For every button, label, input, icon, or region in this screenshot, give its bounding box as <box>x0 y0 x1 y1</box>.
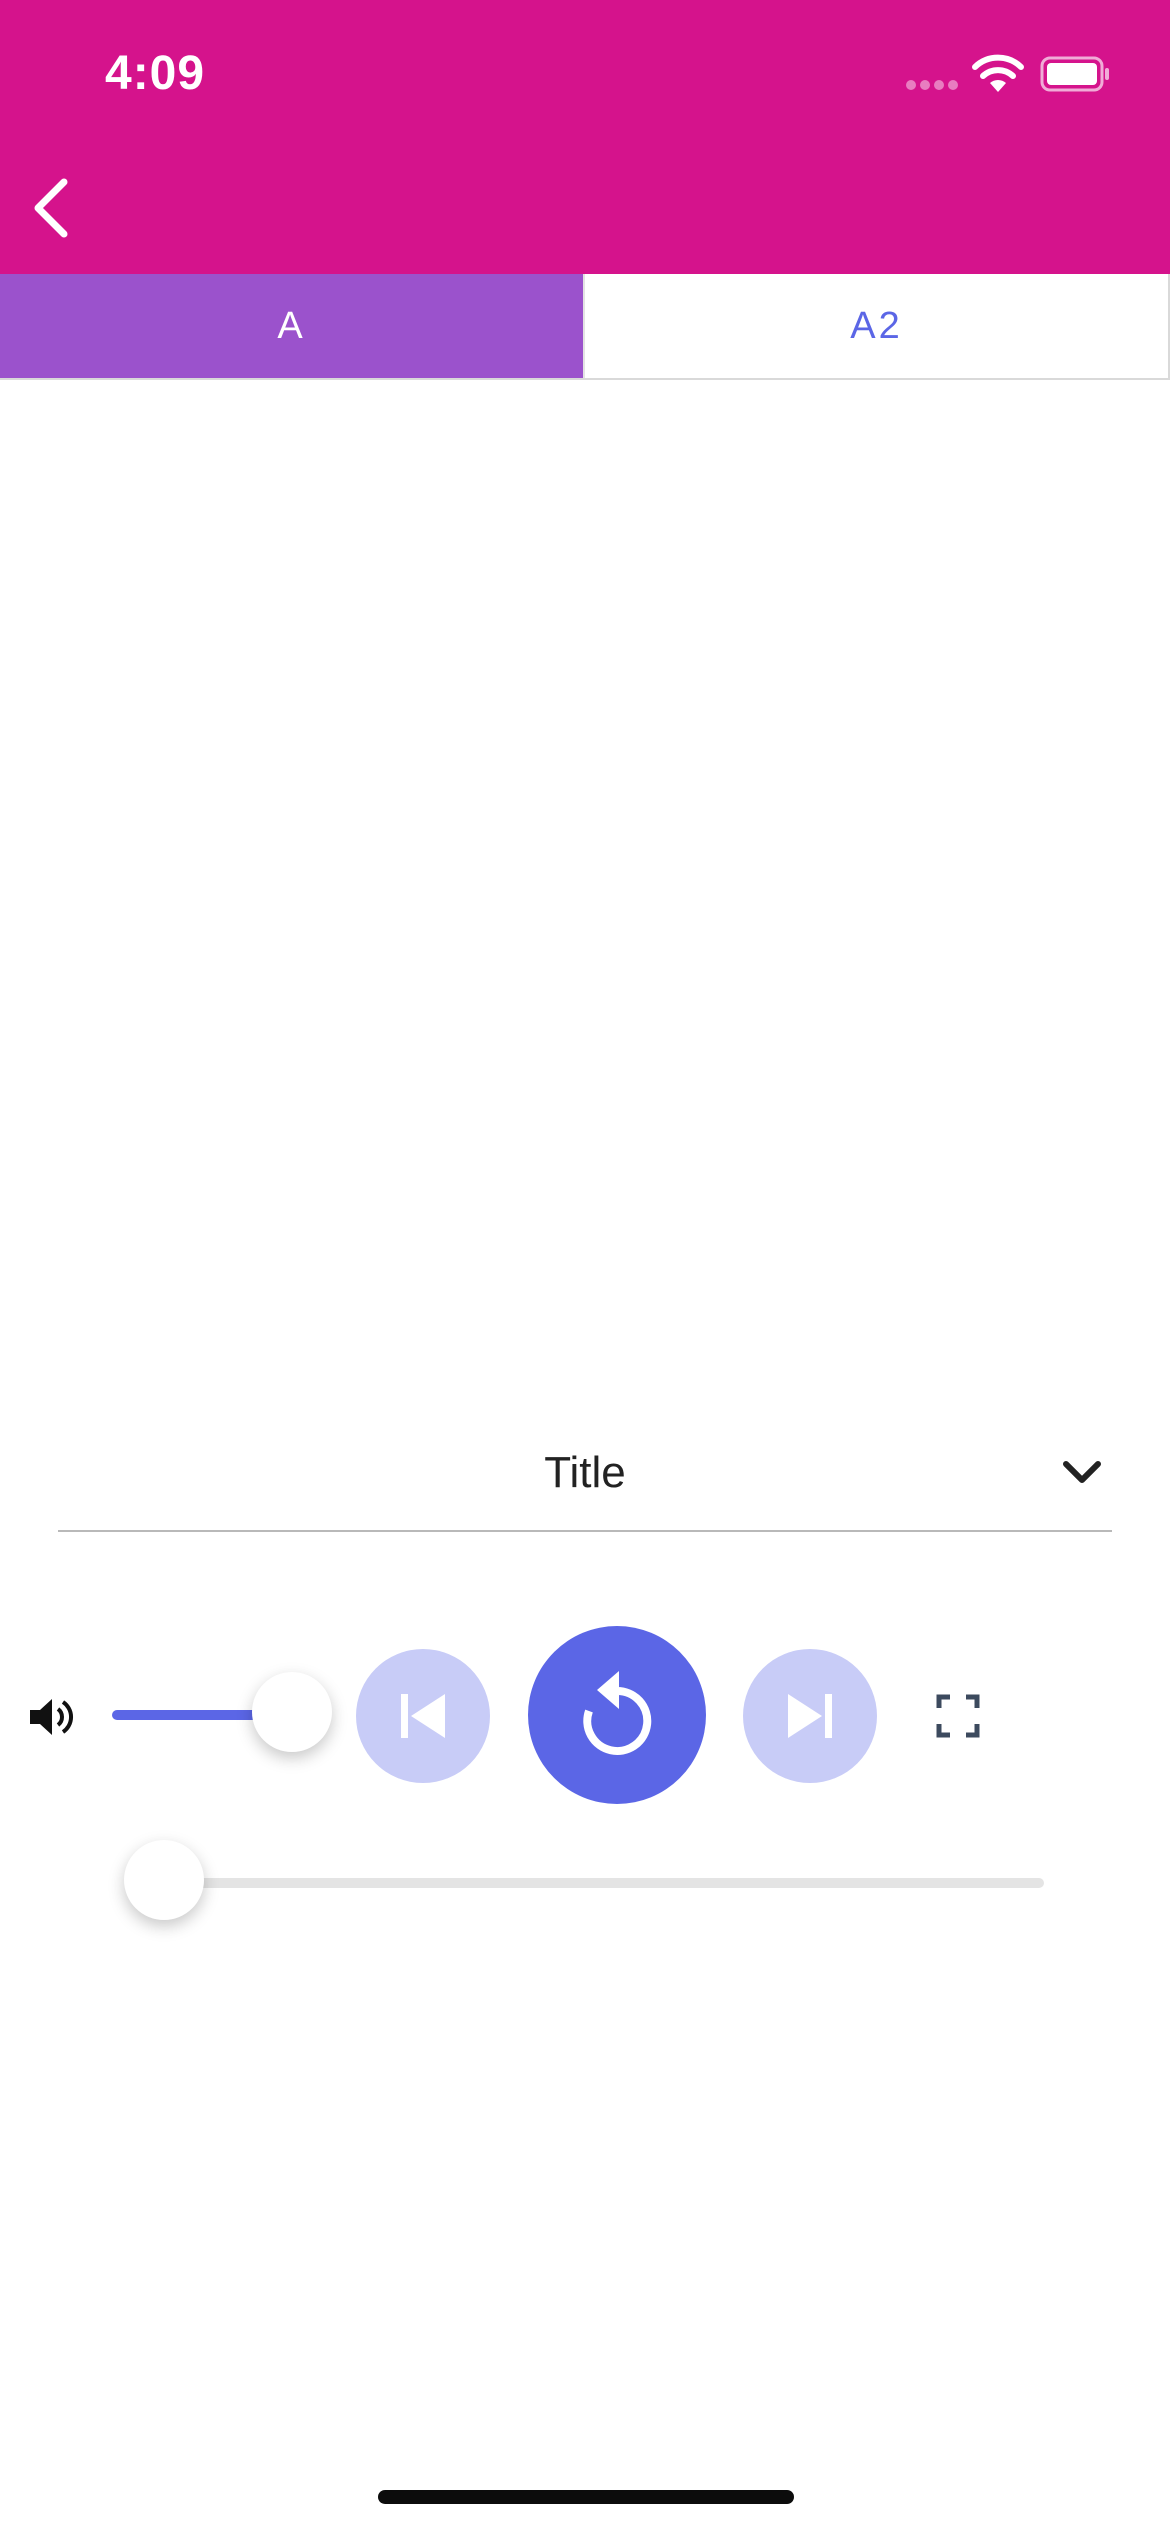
chevron-left-icon <box>34 178 68 238</box>
skip-next-icon <box>788 1694 832 1738</box>
track-title: Title <box>544 1448 626 1497</box>
next-button[interactable] <box>743 1649 877 1783</box>
back-button[interactable] <box>18 168 90 248</box>
skip-previous-icon <box>401 1694 445 1738</box>
volume-slider-thumb[interactable] <box>252 1672 332 1752</box>
screen: 4:09 A A2 Title <box>0 0 1170 2532</box>
tab-a2[interactable]: A2 <box>583 274 1170 378</box>
wifi-icon <box>972 54 1024 92</box>
progress-slider-thumb[interactable] <box>124 1840 204 1920</box>
previous-button[interactable] <box>356 1649 490 1783</box>
tab-bar: A A2 <box>0 274 1170 380</box>
status-time: 4:09 <box>105 47 206 100</box>
replay-icon <box>583 1671 652 1755</box>
tab-a[interactable]: A <box>0 274 583 378</box>
chevron-down-icon <box>1063 1461 1101 1483</box>
title-dropdown[interactable]: Title <box>58 1420 1112 1532</box>
progress-slider-track[interactable] <box>162 1878 1044 1888</box>
home-indicator <box>378 2490 794 2504</box>
tab-a2-label: A2 <box>850 304 903 347</box>
cellular-signal-icon <box>906 80 960 90</box>
tab-a-label: A <box>277 304 306 347</box>
battery-icon <box>1040 56 1109 92</box>
volume-icon[interactable] <box>28 1696 74 1738</box>
replay-button[interactable] <box>528 1626 706 1804</box>
fullscreen-icon[interactable] <box>936 1694 980 1738</box>
app-header: 4:09 <box>0 0 1170 274</box>
